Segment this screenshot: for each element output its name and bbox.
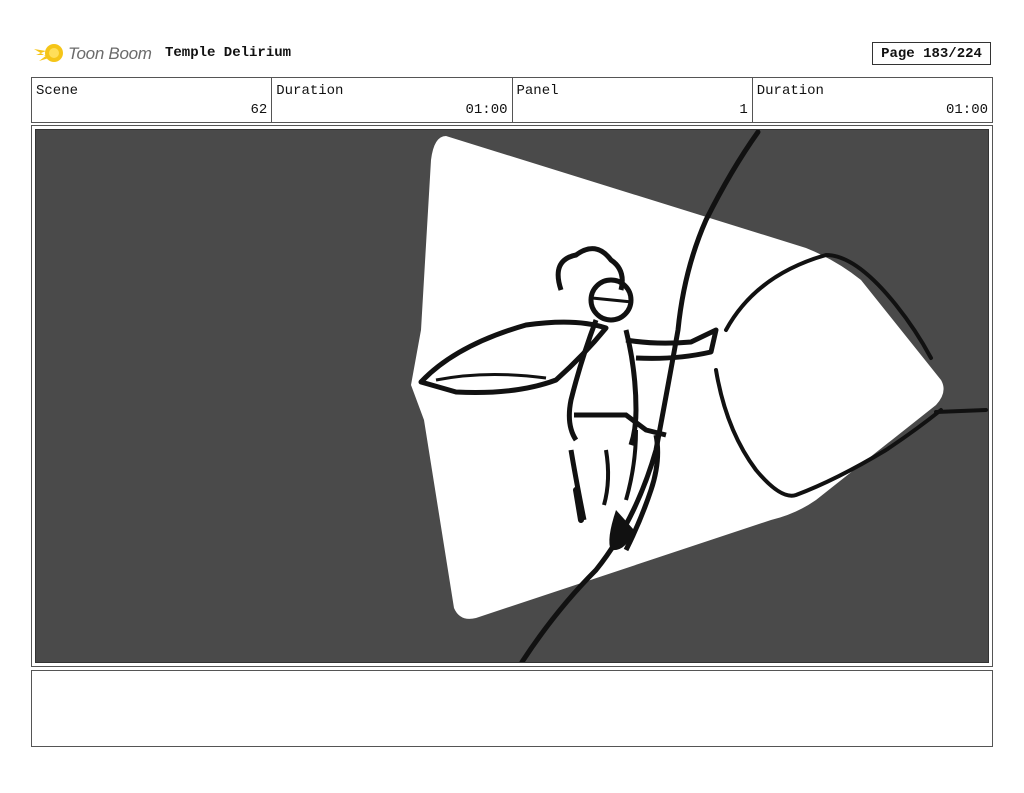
logo-text: Toon Boom — [68, 44, 152, 63]
scene-duration-cell: Duration 01:00 — [272, 78, 513, 122]
scene-duration-label: Duration — [276, 83, 344, 99]
panel-duration-cell: Duration 01:00 — [753, 78, 992, 122]
storyboard-sketch — [35, 129, 989, 663]
panel-label: Panel — [516, 83, 559, 99]
storyboard-panel-frame — [31, 125, 993, 667]
page-indicator: Page 183/224 — [872, 42, 991, 65]
star-burst-icon — [32, 38, 66, 70]
panel-cell: Panel 1 — [513, 78, 753, 122]
info-row: Scene 62 Duration 01:00 Panel 1 Duration… — [31, 77, 993, 123]
scene-label: Scene — [36, 83, 79, 99]
scene-value: 62 — [250, 102, 268, 118]
panel-duration-value: 01:00 — [945, 102, 988, 118]
scene-cell: Scene 62 — [32, 78, 273, 122]
light-cone — [411, 136, 944, 619]
panel-duration-label: Duration — [756, 83, 824, 99]
scene-duration-value: 01:00 — [465, 102, 508, 118]
toon-boom-logo: Toon Boom — [32, 38, 152, 70]
sketch-drawing — [411, 130, 988, 662]
document-title: Temple Delirium — [165, 45, 292, 61]
notes-box — [31, 670, 993, 747]
panel-value: 1 — [739, 102, 748, 118]
